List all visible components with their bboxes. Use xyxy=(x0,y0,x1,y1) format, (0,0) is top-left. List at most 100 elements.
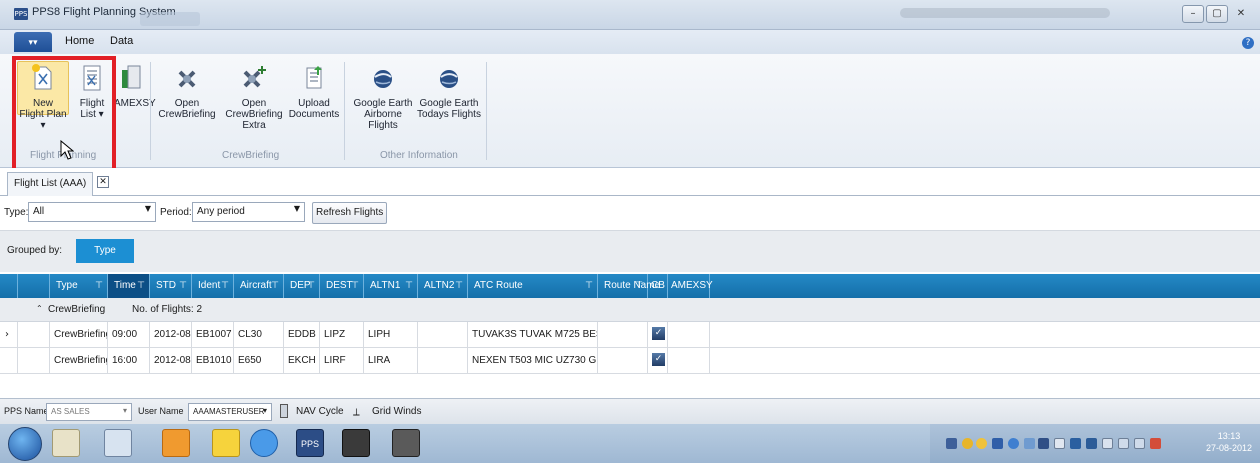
title-bar: PPS PPS8 Flight Planning System – ▢ ✕ xyxy=(0,0,1260,30)
tray-icon-2[interactable] xyxy=(962,438,973,449)
tray-icon-3[interactable] xyxy=(976,438,987,449)
user-name-select[interactable]: AAAMASTERUSER ▾ xyxy=(188,403,272,421)
google-earth-airborne-label-1: Google Earth xyxy=(353,98,413,109)
filter-icon[interactable]: ⊤ xyxy=(585,274,593,298)
filter-icon[interactable]: ⊤ xyxy=(221,274,229,298)
col-header-aircraft[interactable]: Aircraft ⊤ xyxy=(234,274,284,298)
mouse-cursor-icon xyxy=(60,140,74,160)
filter-icon[interactable]: ⊤ xyxy=(179,274,187,298)
application-menu-button[interactable]: ▾▾ xyxy=(14,32,52,52)
type-filter-value: All xyxy=(33,206,45,217)
group-separator xyxy=(150,62,151,160)
google-earth-todays-button[interactable]: Google Earth Todays Flights xyxy=(416,64,482,120)
cell-std: 2012-08 xyxy=(150,348,192,374)
col-header-atc-route[interactable]: ATC Route ⊤ xyxy=(468,274,598,298)
upload-documents-button[interactable]: Upload Documents xyxy=(288,64,340,120)
google-earth-airborne-button[interactable]: Google Earth Airborne Flights xyxy=(348,64,418,131)
filter-icon[interactable]: ⊤ xyxy=(405,274,413,298)
collapse-icon[interactable]: ⌃ xyxy=(36,304,43,313)
file-explorer-icon[interactable] xyxy=(52,429,80,457)
tray-icon-6[interactable] xyxy=(1024,438,1035,449)
google-earth-icon xyxy=(440,70,458,88)
table-row[interactable]: › CrewBriefing 09:00 2012-08 EB1007 CL30… xyxy=(0,322,1260,348)
start-button[interactable] xyxy=(8,427,42,461)
table-row[interactable]: CrewBriefing 16:00 2012-08 EB1010 E650 E… xyxy=(0,348,1260,374)
battery-icon[interactable] xyxy=(1118,438,1129,449)
media-player-icon[interactable] xyxy=(104,429,132,457)
col-header-std[interactable]: STD ⊤ xyxy=(150,274,192,298)
type-filter-select[interactable]: All ▼ xyxy=(28,202,156,222)
col-header-cb[interactable]: CB xyxy=(648,274,668,298)
database-icon xyxy=(280,404,288,418)
col-header-dest[interactable]: DEST ⊤ xyxy=(320,274,364,298)
internet-explorer-icon[interactable] xyxy=(250,429,278,457)
bluetooth-icon[interactable] xyxy=(1070,438,1081,449)
app-icon-dark[interactable] xyxy=(342,429,370,457)
tray-icon-5[interactable] xyxy=(1008,438,1019,449)
refresh-flights-button[interactable]: Refresh Flights xyxy=(312,202,388,224)
maximize-button[interactable]: ▢ xyxy=(1206,5,1228,23)
filter-icon[interactable]: ⊤ xyxy=(635,274,643,298)
col-header-altn2[interactable]: ALTN2 ⊤ xyxy=(418,274,468,298)
group-by-type-chip[interactable]: Type xyxy=(76,239,134,263)
open-crewbriefing-button[interactable]: Open CrewBriefing xyxy=(154,64,220,120)
grid-empty-area xyxy=(0,374,1260,398)
tab-flight-list[interactable]: Flight List (AAA) xyxy=(7,172,94,196)
filter-icon[interactable]: ⊤ xyxy=(307,274,315,298)
filter-icon[interactable]: ⊤ xyxy=(271,274,279,298)
col-header-dep[interactable]: DEP ⊤ xyxy=(284,274,320,298)
filter-icon[interactable]: ⊤ xyxy=(351,274,359,298)
cell-altn2 xyxy=(418,322,468,348)
filter-icon[interactable]: ⊤ xyxy=(137,274,145,298)
grid-winds-label[interactable]: Grid Winds xyxy=(372,406,421,417)
document-tab-strip: Flight List (AAA) ✕ xyxy=(0,168,1260,196)
google-earth-airborne-label-2: Airborne Flights xyxy=(364,109,402,131)
col-header-amexsy[interactable]: AMEXSY xyxy=(668,274,713,298)
cell-dest: LIPZ xyxy=(320,322,364,348)
cell-altn1: LIPH xyxy=(364,322,418,348)
col-header-type[interactable]: Type ⊤ xyxy=(50,274,108,298)
pps-app-icon[interactable]: PPS xyxy=(296,429,324,457)
clock[interactable]: 13:13 27-08-2012 xyxy=(1206,430,1252,454)
header-spacer xyxy=(0,274,18,298)
app-icon-red[interactable] xyxy=(392,429,420,457)
crewbriefing-check-icon[interactable]: ✓ xyxy=(652,353,665,366)
outlook-icon[interactable] xyxy=(162,429,190,457)
close-button[interactable]: ✕ xyxy=(1230,5,1252,23)
col-header-time[interactable]: Time ⊤ xyxy=(108,274,150,298)
close-tab-icon[interactable]: ✕ xyxy=(97,176,109,188)
minimize-button[interactable]: – xyxy=(1182,5,1204,23)
col-header-altn1[interactable]: ALTN1 ⊤ xyxy=(364,274,418,298)
col-header-route-name[interactable]: Route Name ⊤ xyxy=(598,274,660,298)
nav-cycle-label[interactable]: NAV Cycle xyxy=(296,406,344,417)
period-filter-select[interactable]: Any period ▼ xyxy=(192,202,305,222)
google-earth-icon xyxy=(374,70,392,88)
tab-home[interactable]: Home xyxy=(65,35,94,47)
open-crewbriefing-extra-button[interactable]: Open CrewBriefing Extra xyxy=(214,64,294,131)
network-icon[interactable] xyxy=(1054,438,1065,449)
tray-icon-1[interactable] xyxy=(946,438,957,449)
dropdown-arrow-icon: ▾ xyxy=(122,406,127,415)
wind-icon: ⟂ xyxy=(353,407,360,418)
filter-icon[interactable]: ⊤ xyxy=(95,274,103,298)
tab-data[interactable]: Data xyxy=(110,35,133,47)
tray-icon-4[interactable] xyxy=(992,438,1003,449)
filter-icon[interactable]: ⊤ xyxy=(455,274,463,298)
col-ident-label: Ident xyxy=(198,280,221,291)
col-header-ident[interactable]: Ident ⊤ xyxy=(192,274,234,298)
volume-icon[interactable] xyxy=(1150,438,1161,449)
group-row-count: No. of Flights: 2 xyxy=(132,304,203,315)
open-crewbriefing-label-1: Open xyxy=(174,98,200,109)
tray-icon-7[interactable] xyxy=(1038,438,1049,449)
amexsy-button[interactable]: AMEXSY xyxy=(114,64,156,109)
display-icon[interactable] xyxy=(1086,438,1097,449)
pps-name-select[interactable]: AS SALES ▾ xyxy=(46,403,132,421)
google-earth-todays-label-2: Todays Flights xyxy=(417,109,481,120)
crewbriefing-check-icon[interactable]: ✓ xyxy=(652,327,665,340)
flag-icon[interactable] xyxy=(1102,438,1113,449)
group-row[interactable]: ⌃ CrewBriefing No. of Flights: 2 xyxy=(0,298,1260,322)
group-label-crewbriefing: CrewBriefing xyxy=(222,150,280,161)
pin-icon[interactable] xyxy=(212,429,240,457)
help-icon[interactable]: ? xyxy=(1242,37,1254,49)
power-icon[interactable] xyxy=(1134,438,1145,449)
